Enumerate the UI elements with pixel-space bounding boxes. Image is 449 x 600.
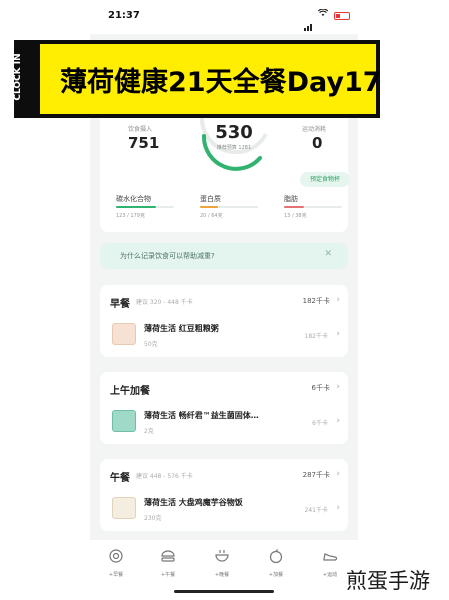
tab-label: +早餐 [108, 572, 124, 578]
protein-progress-bar [200, 206, 258, 208]
cellular-signal-icon [304, 12, 314, 31]
food-amount: 50克 [144, 341, 158, 348]
meal-total-kcal: 182千卡 [302, 297, 330, 305]
remaining-budget-note: 推荐预算 1281 [216, 145, 252, 151]
tab-label: +晚餐 [214, 572, 230, 578]
food-thumbnail [112, 323, 136, 345]
tab-label: +午餐 [160, 572, 176, 578]
food-name: 薄荷生活 大盘鸡魔芋谷物饭 [144, 498, 243, 507]
meal-total-kcal: 6千卡 [311, 384, 330, 392]
tab-add-breakfast[interactable]: +早餐 [96, 548, 136, 578]
chevron-right-icon: › [336, 329, 340, 339]
carbs-label: 碳水化合物 [116, 195, 151, 203]
custom-food-button[interactable]: 预定食物杯 [300, 172, 350, 187]
protein-progress-fill [200, 206, 218, 208]
watermark-text: 煎蛋手游 [346, 569, 430, 593]
wifi-icon [317, 8, 329, 17]
tip-banner[interactable]: 为什么记录饮食可以帮助减重? ✕ [100, 243, 348, 269]
carbs-amount: 123 / 179克 [116, 213, 145, 219]
exercise-icon [323, 553, 338, 561]
snack-icon [269, 549, 283, 564]
intake-value: 751 [128, 134, 160, 152]
meal-card-morning-snack[interactable]: 上午加餐 6千卡 › 薄荷生活 畅纤君™益生菌固体… 2克 6千卡 › [100, 372, 348, 444]
fat-amount: 13 / 38克 [284, 213, 307, 219]
status-bar: 21:37 [90, 0, 358, 34]
tab-label: +运动 [322, 572, 338, 578]
food-name: 薄荷生活 红豆粗粮粥 [144, 324, 219, 333]
lunch-icon [161, 550, 175, 562]
meal-recommendation: 建议 320 - 448 千卡 [136, 299, 193, 306]
banner-yellow-panel: 薄荷健康21天全餐Day17 [40, 44, 382, 114]
chevron-right-icon: › [336, 295, 340, 305]
exercise-value: 0 [312, 134, 323, 152]
fat-progress-fill [284, 206, 304, 208]
meal-title: 午餐 [110, 473, 130, 484]
screenshot-stage: 21:37 饮食摄入 751 530 推荐预算 1281 运动消耗 0 预定食物… [0, 0, 449, 600]
chevron-right-icon: › [336, 382, 340, 392]
food-kcal: 6千卡 [312, 420, 328, 427]
fat-progress-bar [284, 206, 342, 208]
meal-title: 上午加餐 [110, 386, 150, 397]
tab-add-snack[interactable]: +加餐 [256, 548, 296, 578]
protein-label: 蛋白质 [200, 195, 221, 203]
dinner-icon [215, 550, 229, 562]
carbs-progress-bar [116, 206, 174, 208]
meal-title: 早餐 [110, 299, 130, 310]
tab-add-lunch[interactable]: +午餐 [148, 548, 188, 578]
exercise-label: 运动消耗 [302, 126, 327, 133]
battery-icon [334, 12, 350, 20]
carbs-progress-fill [116, 206, 157, 208]
food-thumbnail [112, 410, 136, 432]
tab-add-dinner[interactable]: +晚餐 [202, 548, 242, 578]
intake-label: 饮食摄入 [128, 126, 153, 133]
tab-label: +加餐 [268, 572, 284, 578]
clock-in-banner: CLOCK IN 薄荷健康21天全餐Day17 [13, 40, 382, 118]
food-name: 薄荷生活 畅纤君™益生菌固体… [144, 411, 259, 420]
status-time: 21:37 [108, 10, 140, 21]
chevron-right-icon: › [336, 416, 340, 426]
chevron-right-icon: › [336, 503, 340, 513]
breakfast-icon [109, 549, 123, 563]
remaining-calories: 530 [215, 122, 253, 143]
food-amount: 2克 [144, 428, 154, 435]
chevron-right-icon: › [336, 469, 340, 479]
food-thumbnail [112, 497, 136, 519]
protein-amount: 20 / 64克 [200, 213, 223, 219]
fat-label: 脂肪 [284, 195, 298, 203]
meal-card-breakfast[interactable]: 早餐 建议 320 - 448 千卡 182千卡 › 薄荷生活 红豆粗粮粥 50… [100, 285, 348, 357]
banner-title: 薄荷健康21天全餐Day17 [60, 67, 382, 98]
meal-card-lunch[interactable]: 午餐 建议 448 - 576 千卡 287千卡 › 薄荷生活 大盘鸡魔芋谷物饭… [100, 459, 348, 531]
meal-total-kcal: 287千卡 [302, 471, 330, 479]
food-amount: 230克 [144, 515, 162, 522]
food-kcal: 182千卡 [304, 333, 328, 340]
close-icon[interactable]: ✕ [324, 249, 332, 259]
meal-recommendation: 建议 448 - 576 千卡 [136, 473, 193, 480]
home-indicator [174, 590, 274, 593]
tab-add-exercise[interactable]: +运动 [310, 548, 350, 578]
tip-text: 为什么记录饮食可以帮助减重? [120, 252, 215, 260]
calorie-summary-card[interactable]: 饮食摄入 751 530 推荐预算 1281 运动消耗 0 预定食物杯 碳水化合… [100, 112, 350, 232]
food-kcal: 241千卡 [304, 507, 328, 514]
